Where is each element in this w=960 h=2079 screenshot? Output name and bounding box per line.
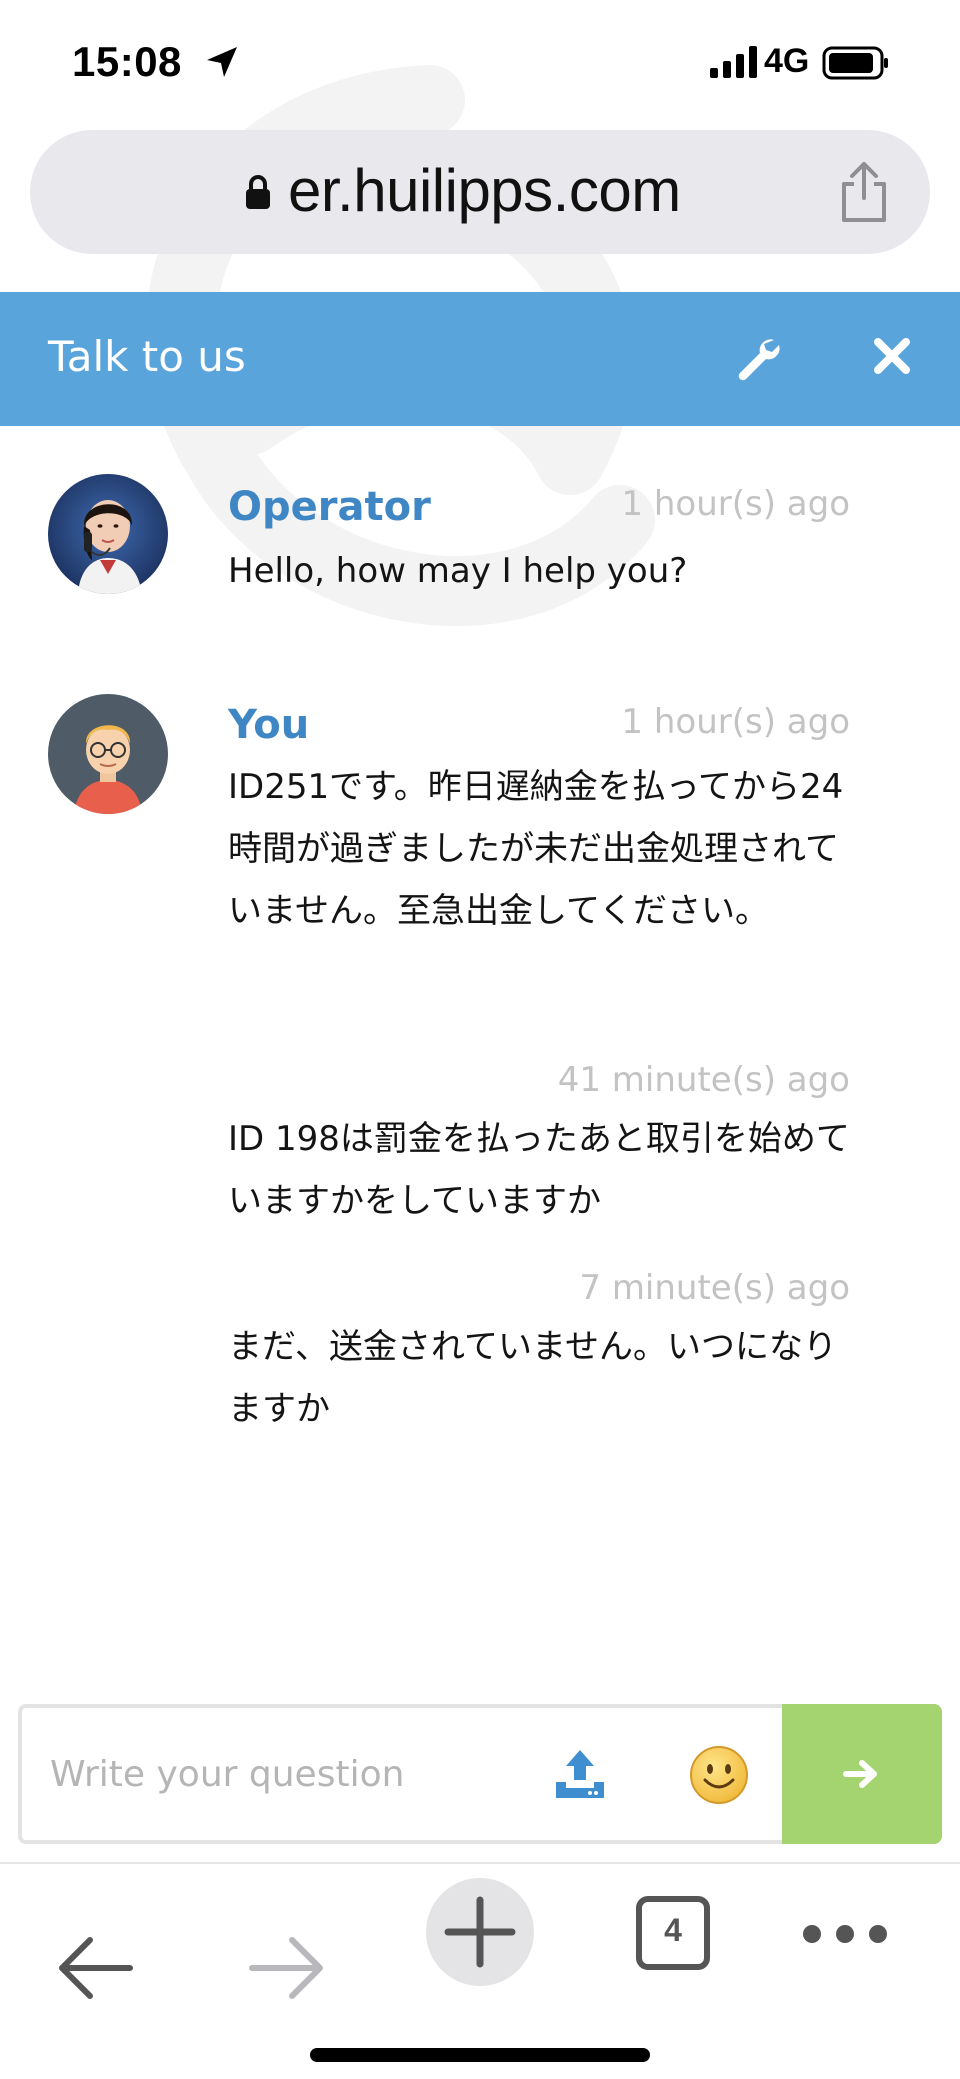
back-arrow-icon[interactable] [56, 1928, 136, 2008]
send-arrow-icon [843, 1760, 877, 1788]
tabs-button[interactable]: 4 [636, 1896, 710, 1970]
chat-title: Talk to us [48, 332, 246, 381]
location-arrow-icon [207, 47, 237, 77]
message-timestamp: 41 minute(s) ago [557, 1060, 850, 1100]
operator-avatar [48, 474, 168, 594]
lock-icon [246, 175, 270, 209]
address-bar[interactable]: er.huilipps.com [30, 130, 930, 254]
message-text: ID251です。昨日遅納金を払ってから24時間が過ぎましたが未だ出金処理されてい… [228, 767, 844, 931]
share-icon[interactable] [836, 160, 892, 224]
forward-arrow-icon[interactable] [246, 1928, 326, 2008]
user-avatar-image [48, 694, 168, 814]
browser-toolbar: 4 [0, 1862, 960, 2079]
send-button[interactable] [782, 1704, 942, 1844]
status-time: 15:08 [72, 38, 182, 85]
question-input[interactable] [50, 1738, 530, 1810]
close-icon[interactable] [872, 336, 912, 376]
network-type: 4G [764, 42, 810, 80]
wrench-icon[interactable] [734, 334, 782, 382]
message-composer [18, 1704, 942, 1844]
home-indicator [310, 2048, 650, 2062]
status-bar: 15:08 4G [0, 0, 960, 130]
message-text: Hello, how may I help you? [228, 551, 688, 591]
message-author: You [228, 702, 310, 748]
user-avatar [48, 694, 168, 814]
more-dots-icon[interactable] [800, 1914, 890, 1954]
plus-icon [444, 1896, 516, 1968]
url-text[interactable]: er.huilipps.com [288, 156, 681, 225]
message-timestamp: 1 hour(s) ago [621, 484, 850, 524]
chat-header: Talk to us [0, 292, 960, 426]
message-author: Operator [228, 484, 431, 530]
message-list: Operator 1 hour(s) ago Hello, how may I … [0, 426, 960, 1696]
message-text: ID 198は罰金を払ったあと取引を始めていますかをしていますか [228, 1119, 850, 1221]
operator-avatar-image [48, 474, 168, 594]
battery-icon [822, 46, 888, 80]
smiley-emoji-icon[interactable] [688, 1744, 750, 1806]
message-timestamp: 1 hour(s) ago [621, 702, 850, 742]
message-timestamp: 7 minute(s) ago [579, 1268, 850, 1308]
tab-count: 4 [664, 1912, 682, 1948]
signal-bars-icon [710, 46, 757, 78]
message-text: まだ、送金されていません。いつになりますか [228, 1327, 837, 1429]
upload-icon[interactable] [552, 1746, 608, 1802]
new-tab-button[interactable] [426, 1878, 534, 1986]
